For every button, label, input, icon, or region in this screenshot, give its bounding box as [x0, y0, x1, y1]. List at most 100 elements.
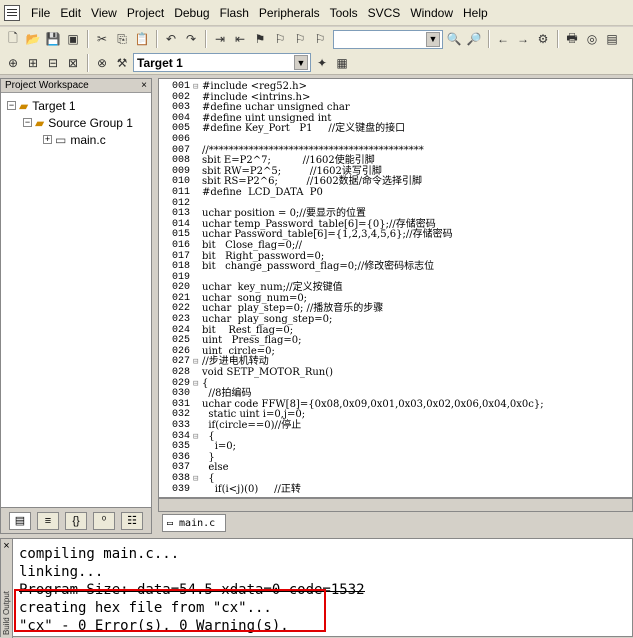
batch-build-icon[interactable]: ⊠	[64, 54, 82, 72]
tree-item-target[interactable]: − ▰ Target 1	[1, 97, 151, 114]
unindent-icon[interactable]: ⇤	[231, 30, 249, 48]
find-icon[interactable]: 🔍	[445, 30, 463, 48]
window-icon[interactable]: ▤	[603, 30, 621, 48]
fold-marker-icon[interactable]: ⊟	[193, 474, 202, 485]
fold-marker-icon[interactable]	[193, 199, 202, 210]
expand-icon[interactable]: +	[43, 135, 52, 144]
fold-marker-icon[interactable]	[193, 485, 202, 496]
new-file-icon[interactable]: 🗋	[4, 30, 22, 48]
collapse-icon[interactable]: −	[7, 101, 16, 110]
menu-flash[interactable]: Flash	[215, 0, 254, 26]
fold-marker-icon[interactable]	[193, 93, 202, 104]
chevron-down-icon[interactable]: ▼	[294, 55, 308, 70]
fold-marker-icon[interactable]	[193, 241, 202, 252]
forward-icon[interactable]: →	[514, 30, 532, 48]
fold-marker-icon[interactable]	[193, 304, 202, 315]
fold-marker-icon[interactable]: ⊟	[193, 357, 202, 368]
save-all-icon[interactable]: ▣	[64, 30, 82, 48]
tab-main-c[interactable]: ▭ main.c	[162, 514, 227, 532]
fold-marker-icon[interactable]	[193, 463, 202, 474]
tree-item-file[interactable]: + ▭ main.c	[1, 131, 151, 148]
fold-marker-icon[interactable]: ⊟	[193, 82, 202, 93]
fold-marker-icon[interactable]	[193, 336, 202, 347]
fold-marker-icon[interactable]	[193, 188, 202, 199]
fold-marker-icon[interactable]	[193, 347, 202, 358]
save-icon[interactable]: 💾	[44, 30, 62, 48]
tab-registers-icon[interactable]: ☷	[121, 511, 143, 530]
menu-edit[interactable]: Edit	[55, 0, 86, 26]
paste-icon[interactable]: 📋	[133, 30, 151, 48]
find-combo[interactable]: ▼	[333, 29, 443, 49]
fold-marker-icon[interactable]	[193, 177, 202, 188]
menu-file[interactable]: File	[26, 0, 55, 26]
cut-icon[interactable]: ✂	[93, 30, 111, 48]
next-bookmark-icon[interactable]: ⚐	[291, 30, 309, 48]
build-icon[interactable]: ⊞	[24, 54, 42, 72]
fold-marker-icon[interactable]	[193, 326, 202, 337]
stop-build-icon[interactable]: ⊗	[93, 54, 111, 72]
open-folder-icon[interactable]: 📂	[24, 30, 42, 48]
menu-window[interactable]: Window	[405, 0, 458, 26]
zoom-icon[interactable]: ◎	[583, 30, 601, 48]
download-icon[interactable]: ⚒	[113, 54, 131, 72]
menu-help[interactable]: Help	[458, 0, 493, 26]
collapse-icon[interactable]: −	[23, 118, 32, 127]
prev-bookmark-icon[interactable]: ⚐	[271, 30, 289, 48]
fold-marker-icon[interactable]: ⊟	[193, 379, 202, 390]
code-editor[interactable]: 001 ⊟ #include <reg52.h> 002 #include <intri…	[158, 78, 633, 498]
tab-templates-icon[interactable]: ⁰	[93, 511, 115, 530]
fold-marker-icon[interactable]	[193, 114, 202, 125]
fold-marker-icon[interactable]	[193, 167, 202, 178]
fold-marker-icon[interactable]	[193, 315, 202, 326]
menu-svcs[interactable]: SVCS	[363, 0, 406, 26]
fold-marker-icon[interactable]	[193, 283, 202, 294]
fold-marker-icon[interactable]	[193, 294, 202, 305]
components-icon[interactable]: ▦	[333, 54, 351, 72]
copy-icon[interactable]: ⎘	[113, 30, 131, 48]
menu-peripherals[interactable]: Peripherals	[254, 0, 325, 26]
chevron-down-icon[interactable]: ▼	[426, 31, 440, 47]
fold-marker-icon[interactable]	[193, 389, 202, 400]
menu-tools[interactable]: Tools	[325, 0, 363, 26]
debug-icon[interactable]: ⚙	[534, 30, 552, 48]
fold-marker-icon[interactable]	[193, 209, 202, 220]
tree-item-source-group[interactable]: − ▰ Source Group 1	[1, 114, 151, 131]
fold-marker-icon[interactable]	[193, 410, 202, 421]
fold-marker-icon[interactable]	[193, 252, 202, 263]
fold-marker-icon[interactable]	[193, 442, 202, 453]
fold-marker-icon[interactable]	[193, 135, 202, 146]
bookmark-icon[interactable]: ⚑	[251, 30, 269, 48]
indent-icon[interactable]: ⇥	[211, 30, 229, 48]
horizontal-scrollbar[interactable]	[158, 498, 633, 512]
fold-marker-icon[interactable]	[193, 230, 202, 241]
back-icon[interactable]: ←	[494, 30, 512, 48]
fold-marker-icon[interactable]	[193, 400, 202, 411]
fold-marker-icon[interactable]	[193, 220, 202, 231]
redo-icon[interactable]: ↷	[182, 30, 200, 48]
undo-icon[interactable]: ↶	[162, 30, 180, 48]
tab-project-icon[interactable]: ▤	[9, 511, 31, 530]
find-in-files-icon[interactable]: 🔎	[465, 30, 483, 48]
menu-project[interactable]: Project	[122, 0, 169, 26]
fold-marker-icon[interactable]	[193, 368, 202, 379]
fold-marker-icon[interactable]: ⊟	[193, 432, 202, 443]
menu-debug[interactable]: Debug	[169, 0, 214, 26]
tab-functions-icon[interactable]: {}	[65, 511, 87, 530]
fold-marker-icon[interactable]	[193, 453, 202, 464]
target-select[interactable]: Target 1 ▼	[133, 53, 311, 72]
translate-icon[interactable]: ⊕	[4, 54, 22, 72]
clear-bookmarks-icon[interactable]: ⚐	[311, 30, 329, 48]
print-icon[interactable]: 🖶	[563, 30, 581, 48]
fold-marker-icon[interactable]	[193, 262, 202, 273]
fold-marker-icon[interactable]	[193, 146, 202, 157]
tab-books-icon[interactable]: ≡	[37, 511, 59, 530]
fold-marker-icon[interactable]	[193, 103, 202, 114]
fold-marker-icon[interactable]	[193, 124, 202, 135]
rebuild-icon[interactable]: ⊟	[44, 54, 62, 72]
target-options-icon[interactable]: ✦	[313, 54, 331, 72]
menu-view[interactable]: View	[86, 0, 122, 26]
output-close-button[interactable]: ×	[1, 539, 12, 553]
fold-marker-icon[interactable]	[193, 156, 202, 167]
fold-marker-icon[interactable]	[193, 273, 202, 284]
workspace-close-button[interactable]: ×	[141, 80, 147, 91]
